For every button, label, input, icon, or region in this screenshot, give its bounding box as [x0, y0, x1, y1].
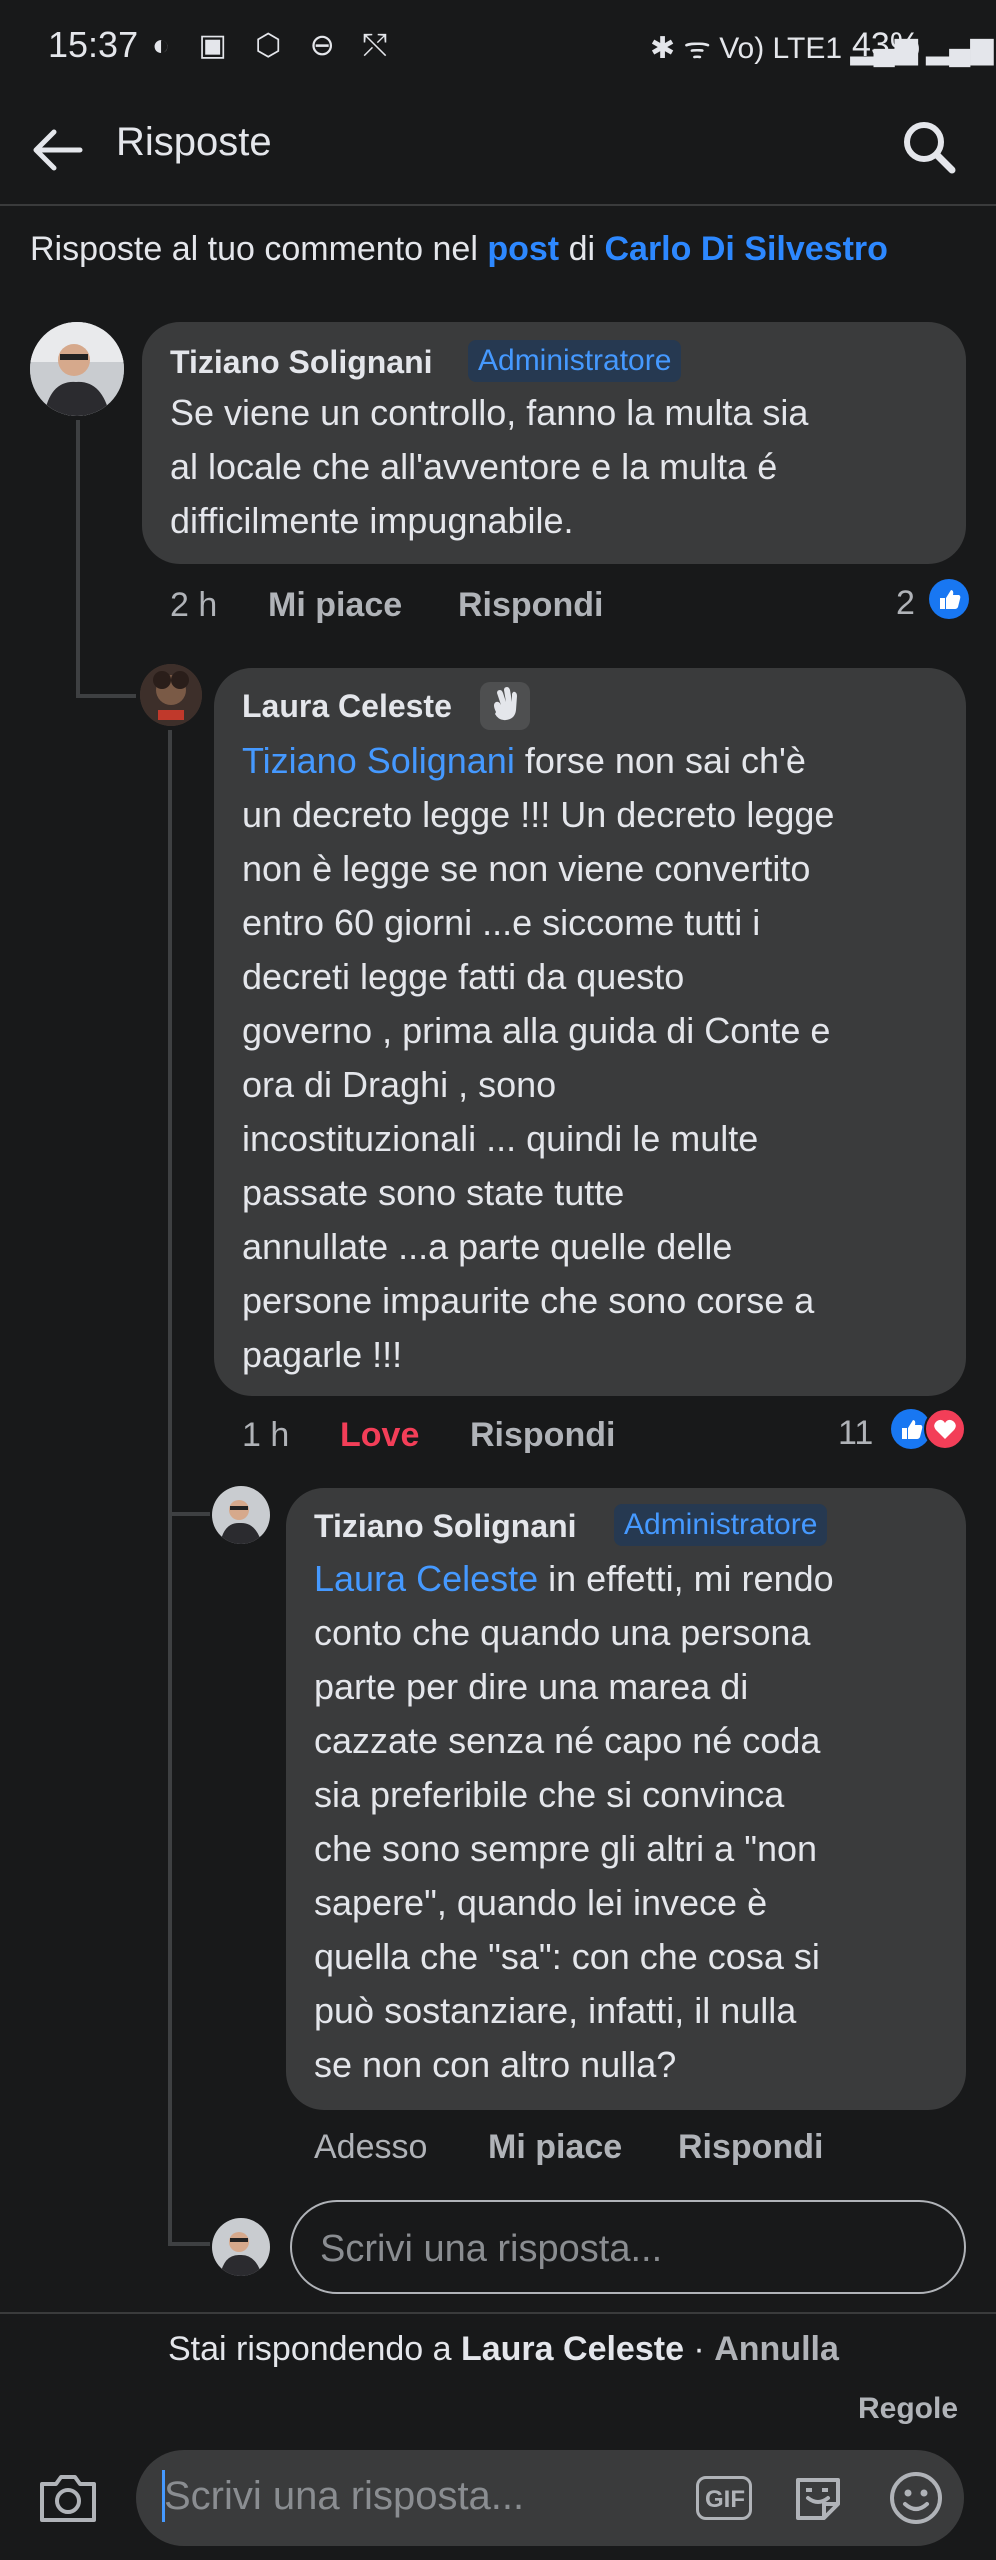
comment-author[interactable]: Tiziano Solignani	[314, 1508, 577, 1545]
status-bar: 15:37 ◐ ▣ ⬡ ⊖ ⤲ ✱ ᯤ Vo) LTE1 ▂▄▆ ▂▄▆ 43%	[0, 0, 996, 96]
comment-line: cazzate senza né capo né coda	[314, 1720, 821, 1761]
comment-line: ora di Draghi , sono	[242, 1064, 557, 1105]
gif-label: GIF	[705, 2486, 745, 2513]
wave-badge-icon	[480, 682, 530, 730]
thread-line	[168, 2242, 210, 2246]
gif-button[interactable]: GIF	[696, 2476, 752, 2520]
comment-text: Se viene un controllo, fanno la multa si…	[170, 386, 950, 548]
thread-line	[168, 730, 172, 2244]
avatar[interactable]	[30, 322, 124, 416]
comment-text: Laura Celeste in effetti, mi rendo conto…	[314, 1552, 954, 2092]
comment-time[interactable]: 2 h	[170, 586, 217, 625]
reply-button[interactable]: Rispondi	[458, 586, 603, 625]
comment-line: può sostanziare, infatti, il nulla	[314, 1990, 797, 2031]
cancel-reply-button[interactable]: Annulla	[714, 2330, 839, 2368]
comment-line: persone impaurite che sono corse a	[242, 1280, 815, 1321]
avatar-photo	[212, 1486, 270, 1544]
footer-divider	[0, 2312, 996, 2314]
status-time: 15:37	[48, 24, 139, 65]
like-reaction-icon	[929, 579, 969, 619]
comment-line: sapere", quando lei invece è	[314, 1882, 768, 1923]
avatar[interactable]	[140, 664, 202, 726]
comment-line: governo , prima alla guida di Conte e	[242, 1010, 831, 1051]
page-title: Risposte	[116, 120, 272, 164]
comment-time[interactable]: 1 h	[242, 1416, 289, 1455]
status-notification-icons: ◐ ▣ ⬡ ⊖ ⤲	[152, 29, 398, 62]
mention-link[interactable]: Tiziano Solignani	[242, 740, 515, 781]
inline-reply-input[interactable]: Scrivi una risposta...	[290, 2200, 966, 2294]
replying-separator: ·	[683, 2330, 715, 2368]
comment-bubble[interactable]: Tiziano Solignani Administratore Se vien…	[142, 322, 966, 564]
reaction-count: 2	[896, 584, 915, 622]
replying-name: Laura Celeste	[460, 2330, 684, 2368]
context-line: Risposte al tuo commento nel post di Car…	[30, 230, 888, 269]
comment-line: pagarle !!!	[242, 1334, 403, 1375]
avatar-photo	[212, 2218, 270, 2276]
avatar-photo	[30, 322, 124, 416]
admin-badge: Administratore	[468, 340, 682, 382]
comment-author[interactable]: Laura Celeste	[242, 688, 452, 725]
comment-line: Se viene un controllo, fanno la multa si…	[170, 392, 809, 433]
comment-time[interactable]: Adesso	[314, 2128, 427, 2167]
comment-line: decreti legge fatti da questo	[242, 956, 685, 997]
avatar-photo	[140, 664, 202, 726]
comment-line: passate sono state tutte	[242, 1172, 625, 1213]
comment-bubble[interactable]: Laura Celeste Tiziano Solignani forse no…	[214, 668, 966, 1396]
mention-link[interactable]: Laura Celeste	[314, 1558, 538, 1599]
composer-input[interactable]: Scrivi una risposta... GIF	[136, 2450, 964, 2546]
thread-line	[168, 1512, 210, 1516]
comment-line: Laura Celeste in effetti, mi rendo	[314, 1552, 954, 1606]
reply-button[interactable]: Rispondi	[678, 2128, 823, 2167]
like-button[interactable]: Mi piace	[268, 586, 402, 625]
comment-line: entro 60 giorni ...e siccome tutti i	[242, 902, 761, 943]
comment-line: non è legge se non viene convertito	[242, 848, 811, 889]
avatar[interactable]	[212, 1486, 270, 1544]
search-icon[interactable]	[896, 114, 964, 182]
arrow-left-icon[interactable]	[26, 118, 90, 182]
comment-line: Tiziano Solignani forse non sai ch'è	[242, 734, 952, 788]
post-link[interactable]: post	[487, 230, 559, 268]
comment-line: conto che quando una persona	[314, 1612, 811, 1653]
thread-line	[76, 694, 136, 698]
rules-link[interactable]: Regole	[858, 2392, 958, 2426]
camera-icon[interactable]	[36, 2470, 100, 2526]
waving-hand-icon	[494, 687, 517, 721]
comment-bubble[interactable]: Tiziano Solignani Administratore Laura C…	[286, 1488, 966, 2110]
reaction-count: 11	[838, 1414, 874, 1452]
comment-author[interactable]: Tiziano Solignani	[170, 344, 433, 381]
comment-line: se non con altro nulla?	[314, 2044, 677, 2085]
comment-line: difficilmente impugnabile.	[170, 500, 574, 541]
comment-line: parte per dire una marea di	[314, 1666, 749, 1707]
reply-button[interactable]: Rispondi	[470, 1416, 615, 1455]
comment-text: Tiziano Solignani forse non sai ch'è un …	[242, 734, 952, 1382]
admin-badge: Administratore	[614, 1504, 828, 1546]
thread-line	[76, 420, 80, 698]
replying-to-line: Stai rispondendo a Laura Celeste · Annul…	[168, 2330, 839, 2369]
comment-line: un decreto legge !!! Un decreto legge	[242, 794, 835, 835]
replying-prefix: Stai rispondendo a	[168, 2330, 461, 2368]
status-signal-icons: ✱ ᯤ Vo) LTE1 ▂▄▆ ▂▄▆	[650, 32, 994, 65]
inline-reply-placeholder: Scrivi una risposta...	[320, 2228, 663, 2270]
battery-level: 43%	[852, 26, 921, 64]
composer-placeholder: Scrivi una risposta...	[164, 2474, 525, 2518]
comment-line-rest: in effetti, mi rendo	[538, 1558, 834, 1599]
like-button[interactable]: Mi piace	[488, 2128, 622, 2167]
comment-line: al locale che all'avventore e la multa é	[170, 446, 778, 487]
love-button[interactable]: Love	[340, 1416, 419, 1455]
comment-line: che sono sempre gli altri a "non	[314, 1828, 818, 1869]
comment-line: quella che "sa": con che cosa si	[314, 1936, 820, 1977]
comment-line: incostituzionali ... quindi le multe	[242, 1118, 759, 1159]
author-link[interactable]: Carlo Di Silvestro	[604, 230, 887, 268]
comment-line: sia preferibile che si convinca	[314, 1774, 785, 1815]
app-header: Risposte	[0, 96, 996, 206]
love-reaction-icon	[924, 1408, 966, 1450]
context-middle: di	[559, 230, 605, 268]
avatar	[212, 2218, 270, 2276]
emoji-icon[interactable]	[886, 2468, 946, 2528]
sticker-icon[interactable]	[788, 2470, 848, 2526]
comment-line: annullate ...a parte quelle delle	[242, 1226, 733, 1267]
context-prefix: Risposte al tuo commento nel	[30, 230, 488, 268]
comment-line-rest: forse non sai ch'è	[514, 740, 806, 781]
